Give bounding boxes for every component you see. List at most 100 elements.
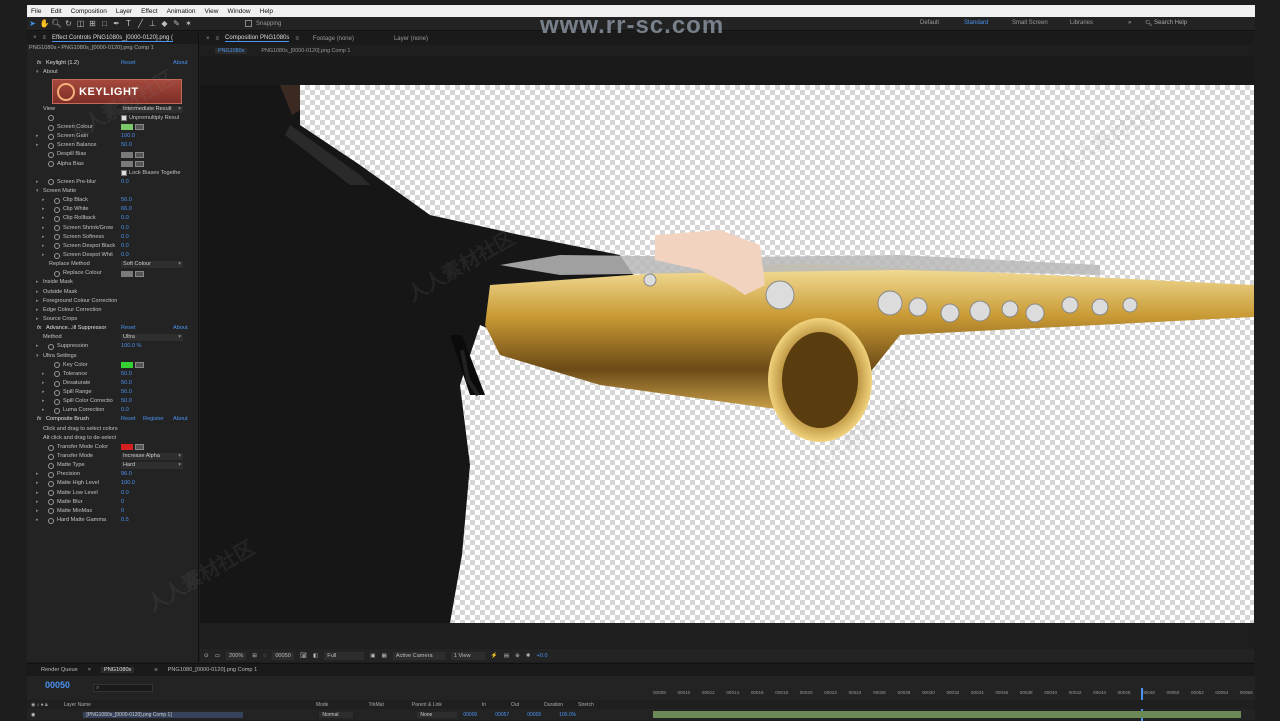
effect-property-row[interactable]: ▾ Ultra Settings xyxy=(27,352,199,361)
menu-item-effect[interactable]: Effect xyxy=(141,8,158,15)
effect-property-row[interactable]: ▸ Source Crops xyxy=(27,315,199,324)
roi-icon[interactable]: ▣ xyxy=(370,653,375,659)
twirl-arrow-icon[interactable]: ▸ xyxy=(42,251,45,260)
layer-out[interactable]: 00057 xyxy=(495,712,509,718)
effect-property-row[interactable]: Unpremultiply Resul xyxy=(27,114,199,123)
timeline-icon[interactable]: ▤ xyxy=(504,653,509,659)
property-value[interactable]: 100.0 xyxy=(121,479,135,488)
effect-property-row[interactable]: ▸ Outside Mask xyxy=(27,288,199,297)
effect-property-row[interactable]: ▸ Spill Color Correctio 50.0 xyxy=(27,397,199,406)
snapping-checkbox[interactable] xyxy=(245,20,252,27)
stopwatch-icon[interactable] xyxy=(54,215,60,222)
stopwatch-icon[interactable] xyxy=(48,462,54,469)
stopwatch-icon[interactable] xyxy=(54,225,60,232)
clone-stamp-tool-icon[interactable]: ⊥ xyxy=(147,18,158,29)
stopwatch-icon[interactable] xyxy=(54,270,60,277)
property-value[interactable]: 0.0 xyxy=(121,178,129,187)
property-value[interactable]: 66.0 xyxy=(121,205,132,214)
property-value[interactable]: 100.0 xyxy=(121,132,135,141)
effect-controls-tab[interactable]: Effect Controls PNG1080s_[0000-0120].png… xyxy=(52,35,173,42)
camera-dropdown[interactable]: Active Camera xyxy=(392,651,445,660)
show-channel-icon[interactable]: ◧ xyxy=(313,653,318,659)
property-value[interactable]: 0.5 xyxy=(121,516,129,525)
rectangle-tool-icon[interactable]: □ xyxy=(99,18,110,29)
effect-property-row[interactable]: ▸ Screen Despot Black 0.0 xyxy=(27,242,199,251)
stopwatch-icon[interactable] xyxy=(48,115,54,122)
twirl-arrow-icon[interactable]: ▸ xyxy=(42,379,45,388)
mask-visibility-icon[interactable]: ◌ xyxy=(263,653,266,659)
property-dropdown[interactable]: Hard xyxy=(121,462,183,470)
column-stretch[interactable]: Stretch xyxy=(578,702,594,708)
menu-item-file[interactable]: File xyxy=(31,8,41,15)
stopwatch-icon[interactable] xyxy=(54,398,60,405)
effect-property-row[interactable] xyxy=(27,86,199,95)
pen-tool-icon[interactable]: ✒ xyxy=(111,18,122,29)
twirl-arrow-icon[interactable]: ▸ xyxy=(36,507,39,516)
register-link[interactable]: Register xyxy=(143,415,164,424)
twirl-arrow-icon[interactable]: ▸ xyxy=(36,498,39,507)
twirl-arrow-icon[interactable]: ▸ xyxy=(36,132,39,141)
panel-menu-icon[interactable]: ≡ xyxy=(216,36,220,42)
layer-mode[interactable]: Normal xyxy=(319,711,354,718)
effect-property-row[interactable]: fx Keylight (1.2) Reset About xyxy=(27,59,199,68)
about-link[interactable]: About xyxy=(173,59,188,68)
eyedropper-icon[interactable] xyxy=(135,270,144,277)
stopwatch-icon[interactable] xyxy=(48,343,54,350)
stopwatch-icon[interactable] xyxy=(48,179,54,186)
twirl-arrow-icon[interactable]: ▸ xyxy=(36,306,39,315)
eyedropper-icon[interactable] xyxy=(135,362,144,369)
property-value[interactable]: 50.0 xyxy=(121,379,132,388)
property-dropdown[interactable]: Ultra xyxy=(121,334,183,342)
roto-brush-tool-icon[interactable]: ✎ xyxy=(171,18,182,29)
layer-visibility-icon[interactable]: ◉ xyxy=(31,712,35,718)
property-value[interactable]: 0 xyxy=(121,507,124,516)
color-swatch[interactable] xyxy=(121,270,133,277)
menu-item-help[interactable]: Help xyxy=(260,8,273,15)
property-value[interactable]: 50.0 xyxy=(121,141,132,150)
property-value[interactable]: 0.0 xyxy=(121,251,129,260)
composition-viewer[interactable] xyxy=(200,85,1254,623)
eyedropper-icon[interactable] xyxy=(135,444,144,451)
property-checkbox[interactable] xyxy=(121,115,127,122)
transparency-grid-icon[interactable]: ▦ xyxy=(382,653,387,659)
stopwatch-icon[interactable] xyxy=(54,371,60,378)
reset-link[interactable]: Reset xyxy=(121,59,136,68)
effect-property-row[interactable]: Despill Bias xyxy=(27,150,199,159)
property-value[interactable]: 0.0 xyxy=(121,233,129,242)
menu-item-layer[interactable]: Layer xyxy=(116,8,132,15)
twirl-arrow-icon[interactable]: ▸ xyxy=(36,342,39,351)
effect-property-row[interactable]: Click and drag to select colors xyxy=(27,425,199,434)
effect-property-row[interactable]: ▸ Screen Balance 50.0 xyxy=(27,141,199,150)
twirl-arrow-icon[interactable]: ▸ xyxy=(36,516,39,525)
color-swatch[interactable] xyxy=(121,444,133,451)
twirl-arrow-icon[interactable]: ▸ xyxy=(36,141,39,150)
effect-property-row[interactable]: ▸ Hard Matte Gamma 0.5 xyxy=(27,516,199,525)
panel-close-icon[interactable]: × xyxy=(88,667,91,673)
brush-tool-icon[interactable]: ╱ xyxy=(135,18,146,29)
property-checkbox[interactable] xyxy=(121,170,127,177)
stopwatch-icon[interactable] xyxy=(54,380,60,387)
twirl-arrow-icon[interactable]: ▸ xyxy=(42,233,45,242)
property-value[interactable]: 0.0 xyxy=(121,406,129,415)
effect-property-row[interactable]: ▸ Screen Despot Whit 0.0 xyxy=(27,251,199,260)
twirl-arrow-icon[interactable]: ▸ xyxy=(36,297,39,306)
stopwatch-icon[interactable] xyxy=(54,197,60,204)
twirl-arrow-icon[interactable]: ▸ xyxy=(42,397,45,406)
effect-property-row[interactable]: View Intermediate Result xyxy=(27,105,199,114)
stopwatch-icon[interactable] xyxy=(48,142,54,149)
panel-menu-icon[interactable]: ≡ xyxy=(154,667,157,673)
twirl-arrow-icon[interactable]: ▸ xyxy=(36,489,39,498)
layer-duration[interactable]: 00058 xyxy=(527,712,541,718)
stopwatch-icon[interactable] xyxy=(48,152,54,158)
timeline-comp-tab-2[interactable]: PNG1080_[0000-0120].png Comp 1 xyxy=(168,667,258,673)
twirl-arrow-icon[interactable]: ▸ xyxy=(36,178,39,187)
puppet-tool-icon[interactable]: ✶ xyxy=(183,18,194,29)
effect-property-row[interactable]: Screen Colour xyxy=(27,123,199,132)
table-row[interactable]: ◉ [PNG1080s_[0000-0120].png Comp 1] Norm… xyxy=(27,710,1255,719)
column-parent[interactable]: Parent & Link xyxy=(412,702,442,708)
timeline-search-input[interactable]: ⌕ xyxy=(93,684,153,692)
twirl-arrow-icon[interactable]: ▸ xyxy=(42,370,45,379)
pan-behind-tool-icon[interactable]: ⊞ xyxy=(87,18,98,29)
stopwatch-icon[interactable] xyxy=(48,490,54,497)
effect-property-row[interactable]: ▸ Foreground Colour Correction xyxy=(27,297,199,306)
